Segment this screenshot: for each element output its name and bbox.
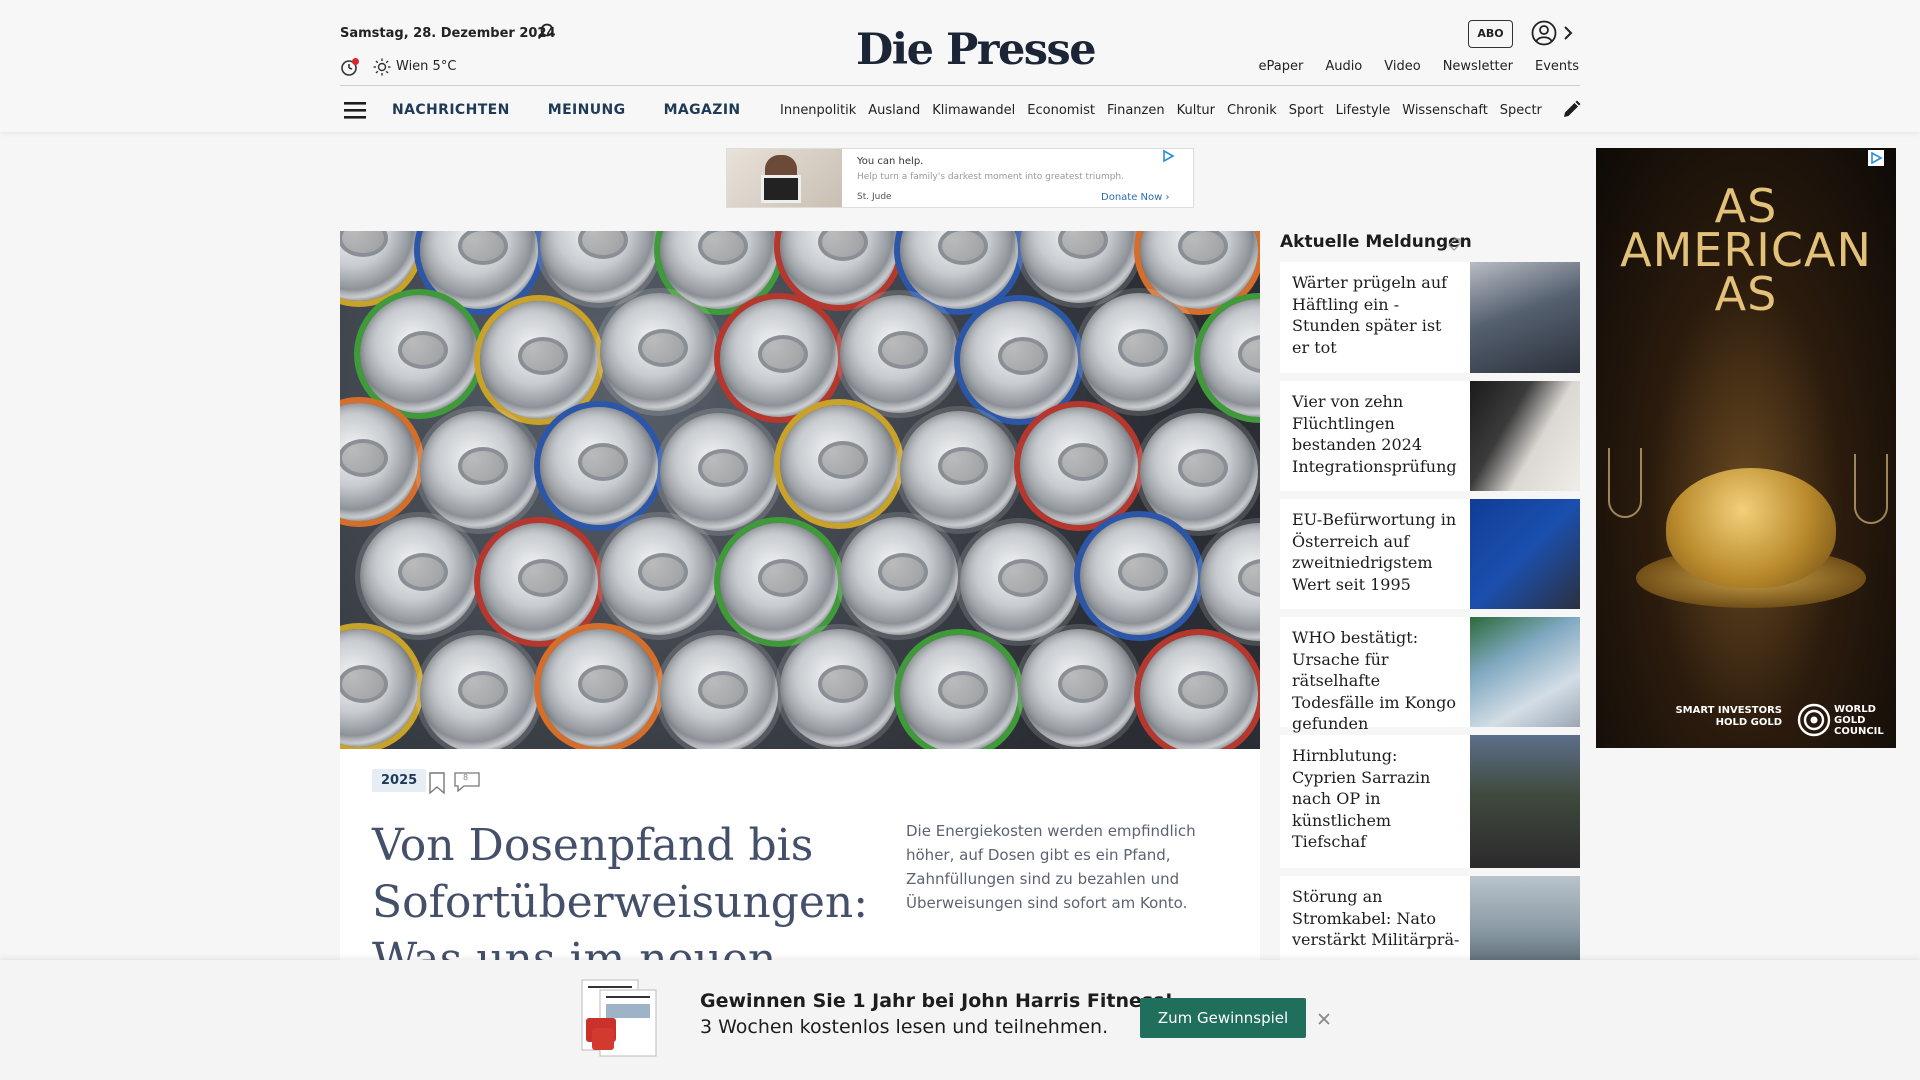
section-sport[interactable]: Sport	[1289, 103, 1324, 118]
skyscraper-ad[interactable]: AS AMERICAN AS SMART INVESTORS HOLD GOLD…	[1596, 148, 1896, 748]
news-item-title: Hirnblutung: Cyprien Sarrazin nach OP in…	[1292, 746, 1431, 851]
link-newsletter[interactable]: Newsletter	[1443, 59, 1513, 74]
news-item-thumbnail	[1470, 617, 1580, 727]
user-account-icon[interactable]	[1530, 19, 1558, 47]
news-item-thumbnail	[1470, 876, 1580, 966]
ad-subline: Help turn a family's darkest moment into…	[857, 172, 1124, 182]
ad-image	[727, 149, 842, 207]
tag-icon	[1448, 238, 1461, 251]
sky-ad-image	[1666, 468, 1836, 588]
nav-nachrichten[interactable]: NACHRICHTEN	[392, 102, 510, 118]
ad-headline: You can help.	[857, 156, 924, 167]
section-lifestyle[interactable]: Lifestyle	[1336, 103, 1391, 118]
news-item-title: Wärter prügeln auf Häftling ein - Stunde…	[1292, 273, 1448, 357]
hamburger-menu-icon[interactable]	[344, 100, 368, 120]
section-wissenschaft[interactable]: Wissenschaft	[1402, 103, 1488, 118]
section-innenpolitik[interactable]: Innenpolitik	[780, 103, 856, 118]
adchoices-icon[interactable]	[1161, 149, 1175, 163]
news-item-thumbnail	[1470, 499, 1580, 609]
promo-subline: 3 Wochen kostenlos lesen und teilnehmen.	[700, 1016, 1109, 1038]
sky-ad-headline: AS AMERICAN AS	[1620, 179, 1872, 321]
news-item-title: WHO bestätigt: Ursache für rätselhafte T…	[1292, 628, 1456, 733]
banner-ad[interactable]: You can help. Help turn a family's darke…	[726, 148, 1194, 208]
nav-meinung[interactable]: MEINUNG	[548, 102, 626, 118]
promo-cta-button[interactable]: Zum Gewinnspiel	[1140, 998, 1306, 1038]
top-links: ePaper Audio Video Newsletter Events	[1258, 59, 1579, 74]
link-audio[interactable]: Audio	[1325, 59, 1362, 74]
comment-count: 8	[463, 773, 469, 782]
chevron-right-icon[interactable]	[1561, 22, 1575, 44]
section-klimawandel[interactable]: Klimawandel	[932, 103, 1015, 118]
ad-cta-label: Donate Now	[1101, 192, 1163, 203]
news-item[interactable]: Störung an Stromkabel: Nato verstärkt Mi…	[1280, 876, 1580, 966]
section-spectrum[interactable]: Spectrum	[1500, 103, 1542, 118]
news-item[interactable]: Wärter prügeln auf Häftling ein - Stunde…	[1280, 262, 1580, 373]
bookmark-icon[interactable]	[428, 771, 446, 795]
news-item-thumbnail	[1470, 381, 1580, 491]
clock-icon[interactable]	[340, 57, 360, 77]
search-icon[interactable]	[536, 22, 556, 42]
nav-magazin[interactable]: MAGAZIN	[664, 102, 741, 118]
hero-image[interactable]	[340, 231, 1260, 749]
news-sidebar-title[interactable]: Aktuelle Meldungen	[1280, 232, 1472, 252]
news-item-title: EU-Befürwortung in Österreich auf zweitn…	[1292, 510, 1457, 594]
close-icon[interactable]	[1314, 1009, 1334, 1029]
news-item-thumbnail	[1470, 735, 1580, 868]
pencil-icon[interactable]	[1560, 99, 1582, 121]
header-divider	[340, 85, 1580, 86]
news-item-title: Vier von zehn Flüchtlingen bestanden 202…	[1292, 392, 1457, 476]
section-finanzen[interactable]: Finanzen	[1107, 103, 1165, 118]
site-header: Samstag, 28. Dezember 2024 Wien 5°C Die …	[0, 0, 1920, 132]
adchoices-icon[interactable]	[1868, 150, 1884, 166]
section-nav: Innenpolitik Ausland Klimawandel Economi…	[780, 103, 1542, 118]
abo-button[interactable]: ABO	[1468, 20, 1513, 48]
ad-cta[interactable]: Donate Now ›	[1101, 192, 1170, 203]
sky-ad-brand: WORLD GOLD COUNCIL	[1834, 704, 1884, 737]
sun-icon	[373, 58, 391, 76]
world-gold-council-logo	[1797, 703, 1831, 737]
chevron-right-icon: ›	[1165, 192, 1170, 203]
promo-bar: Gewinnen Sie 1 Jahr bei John Harris Fitn…	[0, 960, 1920, 1080]
link-events[interactable]: Events	[1535, 59, 1579, 74]
link-epaper[interactable]: ePaper	[1258, 59, 1303, 74]
news-item[interactable]: EU-Befürwortung in Österreich auf zweitn…	[1280, 499, 1580, 609]
ad-sponsor: St. Jude	[857, 192, 892, 202]
article-teaser: Die Energiekosten werden empfindlich höh…	[906, 822, 1196, 912]
site-logo[interactable]: Die Presse	[856, 24, 1097, 76]
news-item[interactable]: WHO bestätigt: Ursache für rätselhafte T…	[1280, 617, 1580, 733]
section-economist[interactable]: Economist	[1027, 103, 1095, 118]
sky-ad-tagline: SMART INVESTORS HOLD GOLD	[1675, 705, 1782, 728]
main-nav: NACHRICHTEN MEINUNG MAGAZIN	[392, 102, 741, 118]
section-chronik[interactable]: Chronik	[1227, 103, 1277, 118]
current-date: Samstag, 28. Dezember 2024	[340, 26, 556, 41]
news-item-title: Störung an Stromkabel: Nato verstärkt Mi…	[1292, 887, 1460, 949]
weather-label[interactable]: Wien 5°C	[396, 59, 456, 74]
news-item[interactable]: Hirnblutung: Cyprien Sarrazin nach OP in…	[1280, 735, 1580, 868]
promo-newspaper-image	[581, 979, 657, 1057]
topic-badge[interactable]: 2025	[372, 769, 427, 792]
news-item-thumbnail	[1470, 262, 1580, 373]
section-ausland[interactable]: Ausland	[868, 103, 920, 118]
promo-headline: Gewinnen Sie 1 Jahr bei John Harris Fitn…	[700, 990, 1174, 1012]
section-kultur[interactable]: Kultur	[1177, 103, 1215, 118]
news-item[interactable]: Vier von zehn Flüchtlingen bestanden 202…	[1280, 381, 1580, 491]
link-video[interactable]: Video	[1384, 59, 1420, 74]
